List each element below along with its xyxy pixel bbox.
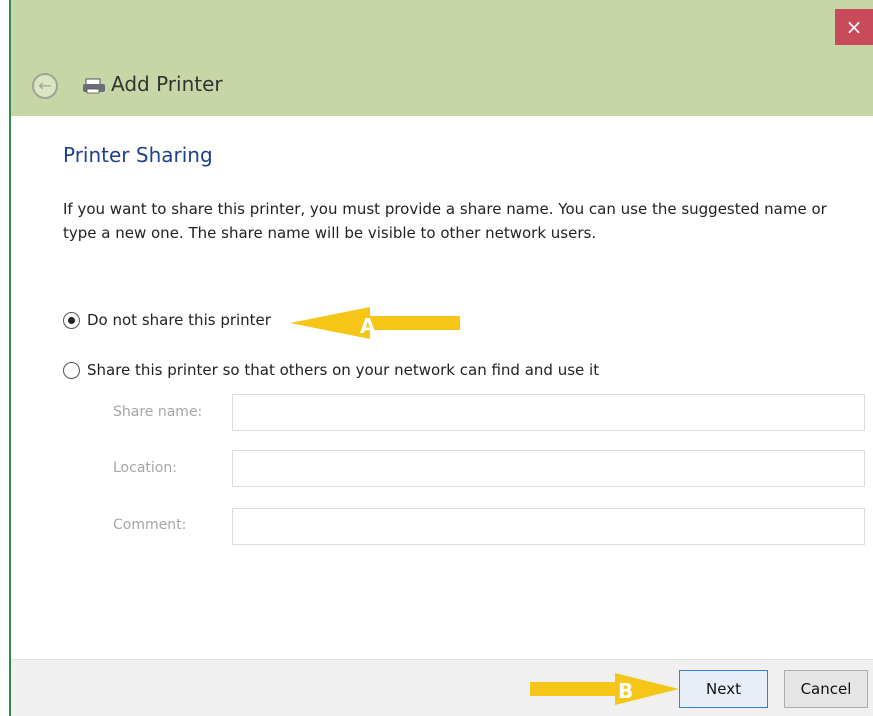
share-name-input[interactable]	[232, 394, 865, 431]
share-name-label: Share name:	[113, 404, 203, 420]
page-description: If you want to share this printer, you m…	[63, 200, 827, 242]
title-bar: ×	[11, 0, 873, 116]
radio-do-not-share[interactable]	[63, 311, 80, 329]
window-title: Add Printer	[111, 72, 223, 96]
comment-input[interactable]	[232, 508, 865, 545]
option-label: Do not share this printer	[87, 311, 271, 329]
window-left-border	[0, 0, 11, 716]
next-button[interactable]: Next	[679, 670, 768, 708]
back-button[interactable]: ←	[32, 73, 58, 99]
option-label: Share this printer so that others on you…	[87, 361, 600, 379]
add-printer-window: × ← Add Printer Printer Sharing If you w…	[0, 0, 873, 716]
annotation-label-a: A	[360, 314, 376, 338]
page-title: Printer Sharing	[63, 143, 213, 167]
radio-share-printer[interactable]	[63, 361, 80, 379]
option-do-not-share[interactable]: Do not share this printer	[63, 311, 271, 329]
annotation-label-b: B	[618, 679, 633, 703]
annotation-arrow-b: B	[530, 673, 679, 705]
option-share-printer[interactable]: Share this printer so that others on you…	[63, 361, 599, 379]
annotation-arrow-a: A	[290, 307, 460, 339]
close-button[interactable]: ×	[835, 9, 873, 45]
location-label: Location:	[113, 460, 177, 476]
comment-label: Comment:	[113, 517, 187, 533]
printer-icon	[83, 78, 105, 94]
location-input[interactable]	[232, 450, 865, 487]
cancel-button[interactable]: Cancel	[784, 670, 868, 708]
